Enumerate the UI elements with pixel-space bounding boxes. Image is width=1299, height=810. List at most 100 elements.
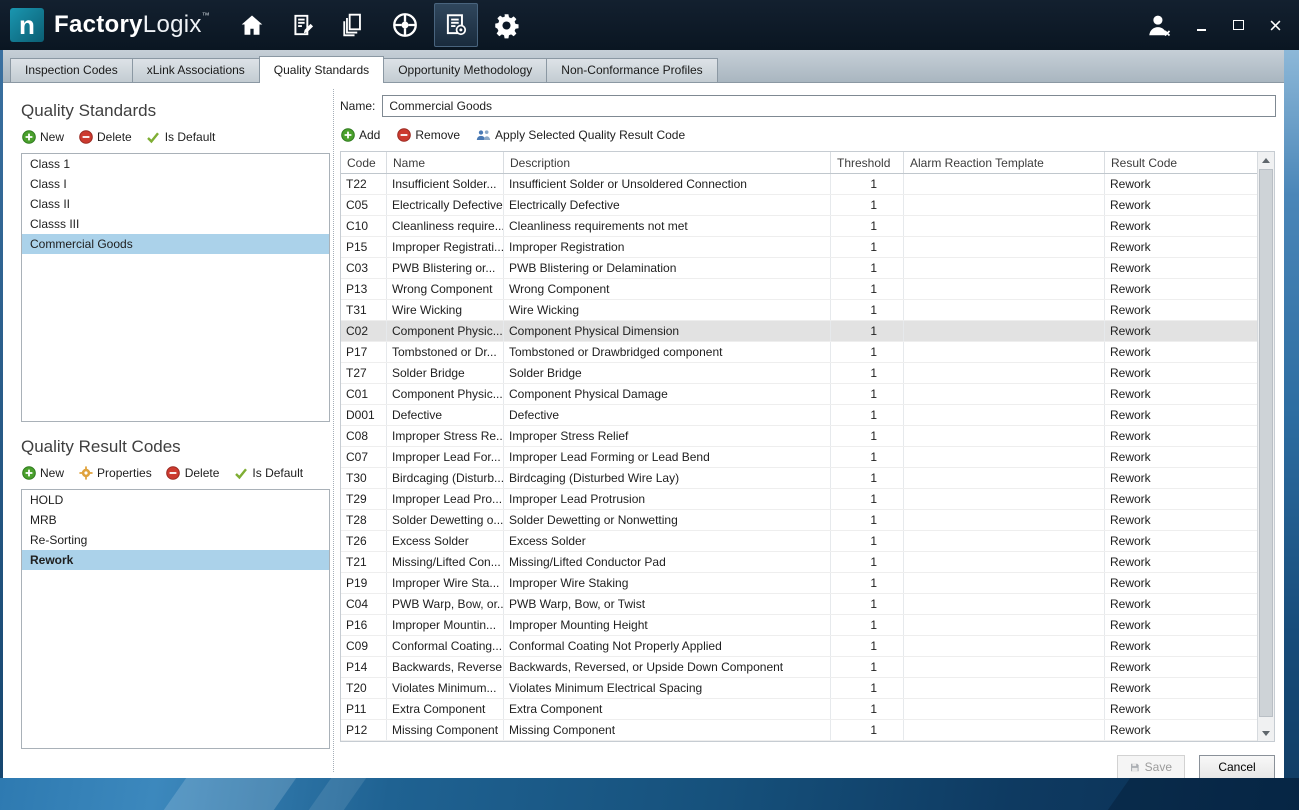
titlebar: n FactoryLogix™ bbox=[0, 0, 1299, 50]
cancel-button[interactable]: Cancel bbox=[1199, 755, 1275, 779]
table-row-t29[interactable]: T29Improper Lead Pro...Improper Lead Pro… bbox=[341, 489, 1274, 510]
nav-button-home[interactable] bbox=[230, 3, 274, 47]
cell: 1 bbox=[831, 237, 904, 257]
table-row-c10[interactable]: C10Cleanliness require...Cleanliness req… bbox=[341, 216, 1274, 237]
column-header-result-code[interactable]: Result Code bbox=[1105, 152, 1257, 173]
toolbar-button-apply-selected-quality-result-code[interactable]: Apply Selected Quality Result Code bbox=[476, 128, 685, 143]
table-row-c04[interactable]: C04PWB Warp, Bow, or...PWB Warp, Bow, or… bbox=[341, 594, 1274, 615]
tab-inspection-codes[interactable]: Inspection Codes bbox=[10, 58, 133, 82]
minimize-button[interactable] bbox=[1187, 11, 1215, 39]
table-row-t21[interactable]: T21Missing/Lifted Con...Missing/Lifted C… bbox=[341, 552, 1274, 573]
save-icon bbox=[1130, 761, 1140, 774]
table-row-t31[interactable]: T31Wire WickingWire Wicking1Rework bbox=[341, 300, 1274, 321]
table-row-t30[interactable]: T30Birdcaging (Disturb...Birdcaging (Dis… bbox=[341, 468, 1274, 489]
cell: 1 bbox=[831, 321, 904, 341]
toolbar-button-add[interactable]: Add bbox=[340, 128, 380, 143]
save-button[interactable]: Save bbox=[1117, 755, 1185, 779]
cell: Rework bbox=[1105, 468, 1257, 488]
nav-button-document-edit[interactable] bbox=[281, 3, 325, 47]
cell bbox=[904, 510, 1105, 530]
toolbar-button-new[interactable]: New bbox=[21, 466, 64, 481]
column-header-code[interactable]: Code bbox=[341, 152, 387, 173]
list-item-classs-iii[interactable]: Classs III bbox=[22, 214, 329, 234]
vertical-scrollbar[interactable] bbox=[1257, 152, 1274, 741]
table-row-c05[interactable]: C05Electrically DefectiveElectrically De… bbox=[341, 195, 1274, 216]
table-row-p15[interactable]: P15Improper Registrati...Improper Regist… bbox=[341, 237, 1274, 258]
table-row-c09[interactable]: C09Conformal Coating...Conformal Coating… bbox=[341, 636, 1274, 657]
table-row-c01[interactable]: C01Component Physic...Component Physical… bbox=[341, 384, 1274, 405]
table-row-c07[interactable]: C07Improper Lead For...Improper Lead For… bbox=[341, 447, 1274, 468]
list-item-re-sorting[interactable]: Re-Sorting bbox=[22, 530, 329, 550]
cell: Backwards, Reverse... bbox=[387, 657, 504, 677]
table-row-p14[interactable]: P14Backwards, Reverse...Backwards, Rever… bbox=[341, 657, 1274, 678]
nav-button-documents-stack[interactable] bbox=[332, 3, 376, 47]
nav-button-document-gear[interactable] bbox=[434, 3, 478, 47]
cell: Rework bbox=[1105, 258, 1257, 278]
table-row-p16[interactable]: P16Improper Mountin...Improper Mounting … bbox=[341, 615, 1274, 636]
list-item-class-1[interactable]: Class 1 bbox=[22, 154, 329, 174]
arrow-up-icon bbox=[1262, 158, 1270, 163]
column-header-alarm-reaction-template[interactable]: Alarm Reaction Template bbox=[904, 152, 1105, 173]
cell bbox=[904, 342, 1105, 362]
list-item-class-ii[interactable]: Class II bbox=[22, 194, 329, 214]
cell bbox=[904, 552, 1105, 572]
decorative-band bbox=[302, 778, 373, 810]
list-item-commercial-goods[interactable]: Commercial Goods bbox=[22, 234, 329, 254]
column-header-description[interactable]: Description bbox=[504, 152, 831, 173]
table-row-t22[interactable]: T22Insufficient Solder...Insufficient So… bbox=[341, 174, 1274, 195]
nav-button-wheel[interactable] bbox=[383, 3, 427, 47]
close-button[interactable] bbox=[1261, 11, 1289, 39]
cell: Birdcaging (Disturbed Wire Lay) bbox=[504, 468, 831, 488]
table-row-c02[interactable]: C02Component Physic...Component Physical… bbox=[341, 321, 1274, 342]
table-row-p12[interactable]: P12Missing ComponentMissing Component1Re… bbox=[341, 720, 1274, 741]
cell: Insufficient Solder... bbox=[387, 174, 504, 194]
toolbar-button-properties[interactable]: Properties bbox=[78, 466, 152, 481]
toolbar-button-remove[interactable]: Remove bbox=[396, 128, 460, 143]
scroll-up-button[interactable] bbox=[1258, 152, 1274, 168]
toolbar-button-is-default[interactable]: Is Default bbox=[146, 130, 216, 145]
list-item-mrb[interactable]: MRB bbox=[22, 510, 329, 530]
nav-button-gear[interactable] bbox=[485, 3, 529, 47]
column-header-threshold[interactable]: Threshold bbox=[831, 152, 904, 173]
cell: Rework bbox=[1105, 300, 1257, 320]
table-row-t28[interactable]: T28Solder Dewetting o...Solder Dewetting… bbox=[341, 510, 1274, 531]
table-row-t20[interactable]: T20Violates Minimum...Violates Minimum E… bbox=[341, 678, 1274, 699]
scroll-down-button[interactable] bbox=[1258, 725, 1274, 741]
table-row-c03[interactable]: C03PWB Blistering or...PWB Blistering or… bbox=[341, 258, 1274, 279]
table-row-p11[interactable]: P11Extra ComponentExtra Component1Rework bbox=[341, 699, 1274, 720]
tab-non-conformance-profiles[interactable]: Non-Conformance Profiles bbox=[546, 58, 717, 82]
user-icon[interactable] bbox=[1140, 11, 1178, 39]
cell: 1 bbox=[831, 510, 904, 530]
cell: Improper Lead Forming or Lead Bend bbox=[504, 447, 831, 467]
list-item-rework[interactable]: Rework bbox=[22, 550, 329, 570]
tab-quality-standards[interactable]: Quality Standards bbox=[259, 56, 384, 83]
maximize-button[interactable] bbox=[1224, 11, 1252, 39]
table-row-t26[interactable]: T26Excess SolderExcess Solder1Rework bbox=[341, 531, 1274, 552]
name-input[interactable] bbox=[382, 95, 1276, 117]
table-row-p19[interactable]: P19Improper Wire Sta...Improper Wire Sta… bbox=[341, 573, 1274, 594]
cell: 1 bbox=[831, 531, 904, 551]
table-row-t27[interactable]: T27Solder BridgeSolder Bridge1Rework bbox=[341, 363, 1274, 384]
toolbar-button-delete[interactable]: Delete bbox=[78, 130, 132, 145]
toolbar-button-delete[interactable]: Delete bbox=[166, 466, 220, 481]
documents-stack-icon bbox=[340, 11, 368, 39]
toolbar-button-new[interactable]: New bbox=[21, 130, 64, 145]
cell: Missing Component bbox=[387, 720, 504, 740]
cell bbox=[904, 279, 1105, 299]
cell: Extra Component bbox=[504, 699, 831, 719]
cell: Rework bbox=[1105, 531, 1257, 551]
toolbar-label: Is Default bbox=[165, 130, 216, 144]
scroll-thumb[interactable] bbox=[1259, 169, 1273, 717]
table-row-d001[interactable]: D001DefectiveDefective1Rework bbox=[341, 405, 1274, 426]
cell: Improper Wire Sta... bbox=[387, 573, 504, 593]
list-item-class-i[interactable]: Class I bbox=[22, 174, 329, 194]
tab-xlink-associations[interactable]: xLink Associations bbox=[132, 58, 260, 82]
tab-opportunity-methodology[interactable]: Opportunity Methodology bbox=[383, 58, 547, 82]
table-row-p13[interactable]: P13Wrong ComponentWrong Component1Rework bbox=[341, 279, 1274, 300]
apply-icon bbox=[476, 128, 491, 143]
list-item-hold[interactable]: HOLD bbox=[22, 490, 329, 510]
toolbar-button-is-default[interactable]: Is Default bbox=[233, 466, 303, 481]
table-row-p17[interactable]: P17Tombstoned or Dr...Tombstoned or Draw… bbox=[341, 342, 1274, 363]
table-row-c08[interactable]: C08Improper Stress Re...Improper Stress … bbox=[341, 426, 1274, 447]
column-header-name[interactable]: Name bbox=[387, 152, 504, 173]
